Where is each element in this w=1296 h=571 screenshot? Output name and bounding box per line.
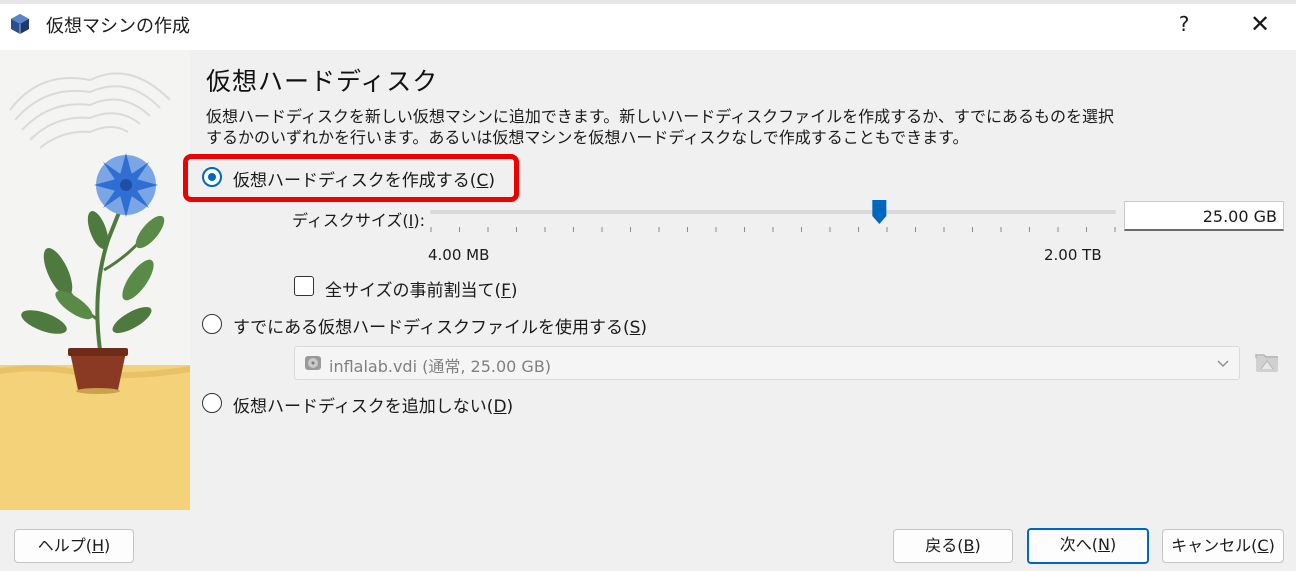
close-button[interactable]: ✕: [1240, 6, 1280, 42]
page-heading: 仮想ハードディスク: [206, 67, 439, 96]
create-disk-label[interactable]: 仮想ハードディスクを作成する(C): [233, 166, 495, 191]
back-button[interactable]: 戻る(B): [893, 529, 1013, 563]
choose-disk-file-icon[interactable]: [1252, 348, 1282, 378]
existing-disk-label[interactable]: すでにある仮想ハードディスクファイルを使用する(S): [233, 313, 647, 338]
existing-disk-radio[interactable]: [202, 314, 222, 334]
cancel-button[interactable]: キャンセル(C): [1162, 529, 1284, 563]
chevron-down-icon: [1217, 360, 1229, 368]
title-bar: 仮想マシンの作成 ? ✕: [0, 0, 1296, 50]
create-disk-radio[interactable]: [202, 167, 222, 187]
no-disk-label[interactable]: 仮想ハードディスクを追加しない(D): [233, 392, 513, 417]
slider-thumb[interactable]: [872, 200, 887, 224]
wizard-illustration: [0, 50, 190, 510]
disk-size-label: ディスクサイズ(I):: [292, 211, 426, 230]
top-strip: [0, 0, 1296, 4]
help-title-button[interactable]: ?: [1166, 6, 1202, 42]
hard-disk-icon: [305, 356, 321, 370]
existing-disk-value: inflalab.vdi (通常, 25.00 GB): [329, 357, 552, 376]
slider-ticks: [430, 227, 1116, 232]
slider-min-label: 4.00 MB: [428, 246, 490, 264]
preallocate-checkbox[interactable]: [294, 276, 314, 296]
no-disk-radio[interactable]: [202, 393, 222, 413]
flower-pot-illustration: [0, 50, 190, 510]
existing-disk-select[interactable]: inflalab.vdi (通常, 25.00 GB): [294, 346, 1240, 380]
slider-track: [430, 210, 1116, 214]
slider-max-label: 2.00 TB: [1044, 246, 1102, 264]
preallocate-label[interactable]: 全サイズの事前割当て(F): [325, 276, 518, 301]
help-button[interactable]: ヘルプ(H): [14, 529, 134, 563]
next-button[interactable]: 次へ(N): [1027, 528, 1149, 564]
window-title: 仮想マシンの作成: [46, 16, 190, 37]
description-line-2: するかのいずれかを行います。あるいは仮想マシンを仮想ハードディスクなしで作成する…: [206, 128, 969, 147]
disk-size-input[interactable]: 25.00 GB: [1124, 201, 1284, 231]
page-description: 仮想ハードディスクを新しい仮想マシンに追加できます。新しいハードディスクファイル…: [206, 106, 1166, 148]
virtualbox-icon: [11, 14, 29, 34]
description-line-1: 仮想ハードディスクを新しい仮想マシンに追加できます。新しいハードディスクファイル…: [206, 107, 1115, 126]
disk-size-slider[interactable]: [430, 200, 1116, 240]
button-bar: ヘルプ(H) 戻る(B) 次へ(N) キャンセル(C): [0, 510, 1296, 571]
